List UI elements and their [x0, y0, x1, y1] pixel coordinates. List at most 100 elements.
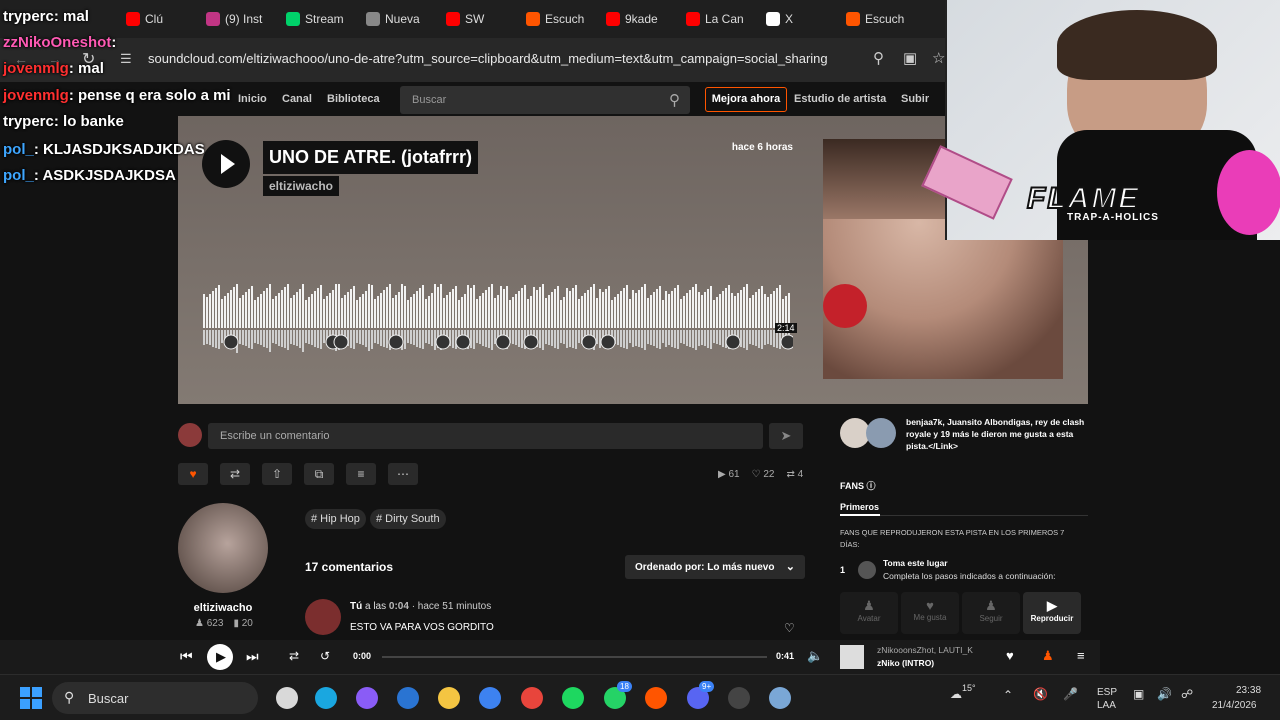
copy-link-button[interactable]: ⧉	[304, 463, 334, 485]
likers-avatars[interactable]	[840, 418, 898, 448]
nav-feed[interactable]: Canal	[282, 93, 312, 105]
followers-count[interactable]: ♟ 623	[195, 618, 223, 629]
comment-input[interactable]: Escribe un comentario	[208, 423, 763, 449]
timed-comment-avatar[interactable]	[223, 334, 239, 350]
add-to-playlist-button[interactable]: ≡	[346, 463, 376, 485]
app-icon[interactable]	[769, 687, 791, 709]
tracks-count[interactable]: ▮ 20	[233, 618, 252, 629]
network-icon[interactable]: ☍	[1181, 687, 1193, 701]
edge-icon[interactable]	[315, 687, 337, 709]
now-playing-artist[interactable]: zNikooonsZhot, LAUTI_K	[877, 645, 973, 655]
timed-comment-avatar[interactable]	[333, 334, 349, 350]
timed-comment-avatar[interactable]	[600, 334, 616, 350]
next-icon[interactable]: ⏭	[246, 648, 259, 665]
display-icon[interactable]: ▣	[1133, 687, 1144, 701]
zoom-icon[interactable]: ⚲	[873, 49, 884, 67]
progress-track[interactable]	[382, 656, 767, 658]
nav-upload[interactable]: Subir	[901, 93, 929, 105]
upgrade-button[interactable]: Mejora ahora	[705, 87, 787, 112]
browser-tab[interactable]: Escuch	[846, 9, 916, 29]
comment-avatar[interactable]	[305, 599, 341, 635]
previous-icon[interactable]: ⏮	[180, 648, 193, 665]
browser-tab[interactable]: Stream	[286, 9, 356, 29]
plays-count: ▶ 61	[718, 469, 740, 480]
outlook-icon[interactable]	[397, 687, 419, 709]
timed-comment-avatar[interactable]	[725, 334, 741, 350]
share-button[interactable]: ⇧	[262, 463, 292, 485]
weather-icon[interactable]: ☁	[950, 687, 962, 701]
clock-time[interactable]: 23:38	[1236, 685, 1261, 696]
fan-action-like[interactable]: ♥ Me gusta	[901, 592, 959, 634]
microphone-icon[interactable]: 🎤	[1063, 687, 1078, 701]
waveform-bar	[551, 292, 553, 328]
tag-hip-hop[interactable]: # Hip Hop	[305, 509, 366, 529]
file-explorer-icon[interactable]	[276, 687, 298, 709]
windows-start-icon[interactable]	[20, 687, 42, 709]
nav-artist-studio[interactable]: Estudio de artista	[794, 93, 886, 105]
timed-comment-avatar[interactable]	[495, 334, 511, 350]
nav-library[interactable]: Biblioteca	[327, 93, 380, 105]
browser-tab[interactable]: La Can	[686, 9, 756, 29]
tag-dirty-south[interactable]: # Dirty South	[370, 509, 446, 529]
timed-comment-avatar[interactable]	[455, 334, 471, 350]
spotify-icon[interactable]	[562, 687, 584, 709]
bookmark-icon[interactable]: ☆	[932, 49, 945, 67]
info-icon[interactable]: ⓘ	[867, 481, 876, 491]
browser-tab[interactable]: 9kade	[606, 9, 676, 29]
repeat-icon[interactable]: ↺	[320, 649, 330, 663]
obs-icon[interactable]	[728, 687, 750, 709]
fans-tab-first[interactable]: Primeros	[840, 502, 879, 512]
follow-icon[interactable]: ♟	[1042, 648, 1054, 664]
comment-timestamp[interactable]: 0:04	[389, 601, 409, 612]
timed-comment-avatar[interactable]	[780, 334, 793, 350]
search-icon[interactable]: ⚲	[669, 91, 680, 109]
fan-action-avatar[interactable]: ♟ Avatar	[840, 592, 898, 634]
comment-like-icon[interactable]: ♡	[784, 621, 795, 635]
fan-action-follow[interactable]: ♟ Seguir	[962, 592, 1020, 634]
browser-tab[interactable]: SW	[446, 9, 516, 29]
copilot-icon[interactable]	[356, 687, 378, 709]
language-code[interactable]: ESP	[1097, 687, 1117, 698]
volume-tray-icon[interactable]: 🔊	[1157, 687, 1172, 701]
mute-icon[interactable]: 🔇	[1033, 687, 1048, 701]
shuffle-icon[interactable]: ⇄	[289, 649, 299, 663]
sort-dropdown[interactable]: Ordenado por: Lo más nuevo ⌄	[625, 555, 805, 579]
comment-author[interactable]: Tú	[350, 601, 362, 612]
browser-tab[interactable]: Nueva	[366, 9, 436, 29]
timed-comment-avatar[interactable]	[388, 334, 404, 350]
likes-summary[interactable]: benjaa7k, Juansito Albondigas, rey de cl…	[906, 416, 1091, 452]
uploader-avatar[interactable]	[178, 503, 268, 593]
fan-action-play[interactable]: ▶ Reproducir	[1023, 592, 1081, 634]
uploader-name[interactable]: eltiziwacho	[178, 602, 268, 614]
clock-date[interactable]: 21/4/2026	[1212, 700, 1257, 711]
waveform-reflection	[644, 330, 646, 350]
send-comment-button[interactable]: ➤	[769, 423, 803, 449]
repost-button[interactable]: ⇄	[220, 463, 250, 485]
now-playing-artwork[interactable]	[840, 645, 864, 669]
play-pause-button[interactable]: ▶	[207, 644, 233, 670]
timed-comment-avatar[interactable]	[581, 334, 597, 350]
queue-icon[interactable]: ≡	[1077, 648, 1085, 663]
chrome-icon[interactable]	[521, 687, 543, 709]
browser-tab[interactable]: Escuch	[526, 9, 596, 29]
keyboard-layout[interactable]: LAA	[1097, 700, 1116, 711]
now-playing-like-icon[interactable]: ♥	[1006, 648, 1014, 663]
search-input[interactable]: Buscar ⚲	[400, 86, 690, 114]
tray-chevron-icon[interactable]: ⌃	[1003, 688, 1013, 702]
now-playing-title[interactable]: zNiko (INTRO)	[877, 658, 934, 668]
install-icon[interactable]: ▣	[903, 49, 917, 67]
folder-icon[interactable]	[438, 687, 460, 709]
waveform[interactable]	[203, 284, 793, 354]
timed-comment-avatar[interactable]	[435, 334, 451, 350]
track-artist[interactable]: eltiziwacho	[263, 176, 340, 196]
waveform-bar	[671, 291, 673, 328]
timed-comment-avatar[interactable]	[523, 334, 539, 350]
likes-value: 22	[763, 469, 775, 480]
more-button[interactable]: ⋯	[388, 463, 418, 485]
volume-icon[interactable]: 🔈	[807, 648, 823, 664]
like-button[interactable]: ♥	[178, 463, 208, 485]
browser-tab[interactable]: X	[766, 9, 836, 29]
store-icon[interactable]	[479, 687, 501, 709]
taskbar-search[interactable]: ⚲ Buscar	[52, 682, 258, 714]
soundcloud-icon[interactable]	[645, 687, 667, 709]
